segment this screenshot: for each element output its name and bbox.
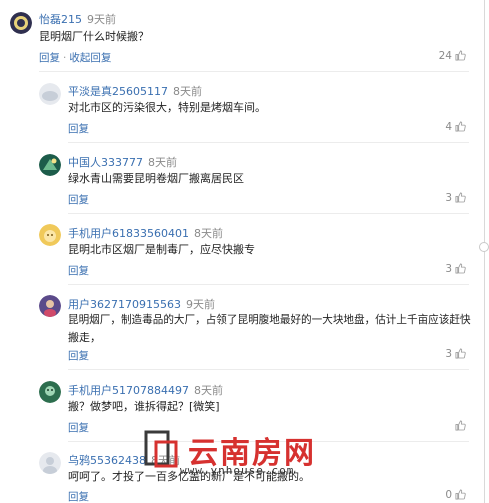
reply-actions: 回复	[68, 420, 89, 435]
avatar-icon	[39, 381, 61, 403]
username-text[interactable]: 平淡是真25605117	[68, 85, 168, 98]
avatar-icon	[39, 224, 61, 246]
watermark: 云南房网 www.ynhouse.com	[144, 426, 364, 486]
reply-actions: 回复	[68, 121, 89, 136]
avatar[interactable]	[10, 12, 32, 34]
thumbs-up-icon	[455, 489, 466, 500]
username-text[interactable]: 手机用户61833560401	[68, 227, 189, 240]
like-count: 3	[445, 192, 452, 204]
comment-time: 9天前	[87, 13, 116, 26]
username-text[interactable]: 手机用户51707884497	[68, 384, 189, 397]
reply-button[interactable]: 回复	[39, 52, 60, 64]
comment-actions: 回复 · 收起回复	[39, 52, 112, 64]
like-button[interactable]	[426, 420, 466, 432]
reply-text: 昆明北市区烟厂是制毒厂，应尽快搬专	[68, 243, 255, 256]
avatar[interactable]	[39, 295, 61, 317]
reply-time: 8天前	[173, 85, 202, 98]
reply-username[interactable]: 手机用户61833560401 8天前	[68, 225, 223, 241]
reply-text-line: 昆明烟厂，制造毒品的大厂，占领了昆明腹地最好的一大块地盘，估计上千亩应该赶快	[68, 314, 471, 326]
page-edge-handle[interactable]	[479, 242, 489, 252]
reply-actions: 回复	[68, 348, 89, 363]
reply-button[interactable]: 回复	[68, 194, 89, 206]
avatar[interactable]	[39, 83, 61, 105]
reply-text: 昆明烟厂，制造毒品的大厂，占领了昆明腹地最好的一大块地盘，估计上千亩应该赶快 搬…	[68, 312, 472, 346]
reply-time: 8天前	[148, 156, 177, 169]
reply-button[interactable]: 回复	[68, 350, 89, 362]
divider	[68, 142, 469, 143]
thumbs-up-icon	[455, 50, 466, 61]
comments-page: 怡磊215 9天前 昆明烟厂什么时候搬？ 回复 · 收起回复 24 平淡是真25605…	[0, 0, 489, 503]
avatar[interactable]	[39, 381, 61, 403]
reply-username[interactable]: 用户3627170915563 9天前	[68, 296, 215, 312]
watermark-logo-icon	[144, 430, 178, 468]
like-button[interactable]: 3	[426, 263, 466, 275]
avatar-icon	[39, 83, 61, 105]
reply-actions: 回复	[68, 489, 89, 503]
watermark-url: www.ynhouse.com	[180, 464, 295, 477]
like-button[interactable]: 0	[426, 489, 466, 501]
thumbs-up-icon	[455, 348, 466, 359]
divider	[39, 71, 469, 72]
divider	[68, 284, 469, 285]
reply-button[interactable]: 回复	[68, 123, 89, 135]
reply-actions: 回复	[68, 192, 89, 207]
avatar-icon	[39, 154, 61, 176]
avatar[interactable]	[39, 224, 61, 246]
divider	[68, 369, 469, 370]
thumbs-up-icon	[455, 192, 466, 203]
divider	[68, 213, 469, 214]
like-count: 3	[445, 348, 452, 360]
like-button[interactable]: 4	[426, 121, 466, 133]
reply-text-line: 搬走，	[68, 331, 101, 344]
thumbs-up-icon	[455, 420, 466, 431]
reply-time: 8天前	[193, 384, 223, 397]
reply-button[interactable]: 回复	[68, 422, 89, 434]
reply-text: 绿水青山需要昆明卷烟厂搬离居民区	[68, 172, 244, 185]
reply-text: 对北市区的污染很大，特别是烤烟车间。	[68, 101, 266, 114]
reply-username[interactable]: 手机用户51707884497 8天前	[68, 382, 223, 398]
like-count: 0	[445, 489, 452, 501]
reply-username[interactable]: 中国人333777 8天前	[68, 154, 177, 170]
reply-actions: 回复	[68, 263, 89, 278]
collapse-replies-button[interactable]: 收起回复	[69, 52, 111, 64]
avatar[interactable]	[39, 154, 61, 176]
avatar-icon	[39, 452, 61, 474]
reply-username[interactable]: 平淡是真25605117 8天前	[68, 83, 202, 99]
reply-time: 9天前	[185, 298, 215, 311]
reply-text: 搬？做梦吧，谁拆得起？[微笑]	[68, 400, 220, 413]
avatar[interactable]	[39, 452, 61, 474]
like-count: 3	[445, 263, 452, 275]
like-button[interactable]: 3	[426, 348, 466, 360]
username-text[interactable]: 乌鸦55362438	[68, 454, 146, 467]
comment-username[interactable]: 怡磊215 9天前	[39, 11, 116, 27]
username-text[interactable]: 用户3627170915563	[68, 298, 181, 311]
thumbs-up-icon	[455, 263, 466, 274]
thumbs-up-icon	[455, 121, 466, 132]
like-count: 4	[445, 121, 452, 133]
like-button[interactable]: 3	[426, 192, 466, 204]
reply-time: 8天前	[193, 227, 223, 240]
avatar-icon	[10, 12, 32, 34]
avatar-icon	[39, 295, 61, 317]
reply-button[interactable]: 回复	[68, 491, 89, 503]
reply-button[interactable]: 回复	[68, 265, 89, 277]
comment-text: 昆明烟厂什么时候搬？	[39, 30, 149, 43]
like-button[interactable]: 24	[426, 50, 466, 62]
like-count: 24	[438, 50, 452, 62]
username-text[interactable]: 中国人333777	[68, 156, 143, 169]
username-text[interactable]: 怡磊215	[39, 13, 82, 26]
